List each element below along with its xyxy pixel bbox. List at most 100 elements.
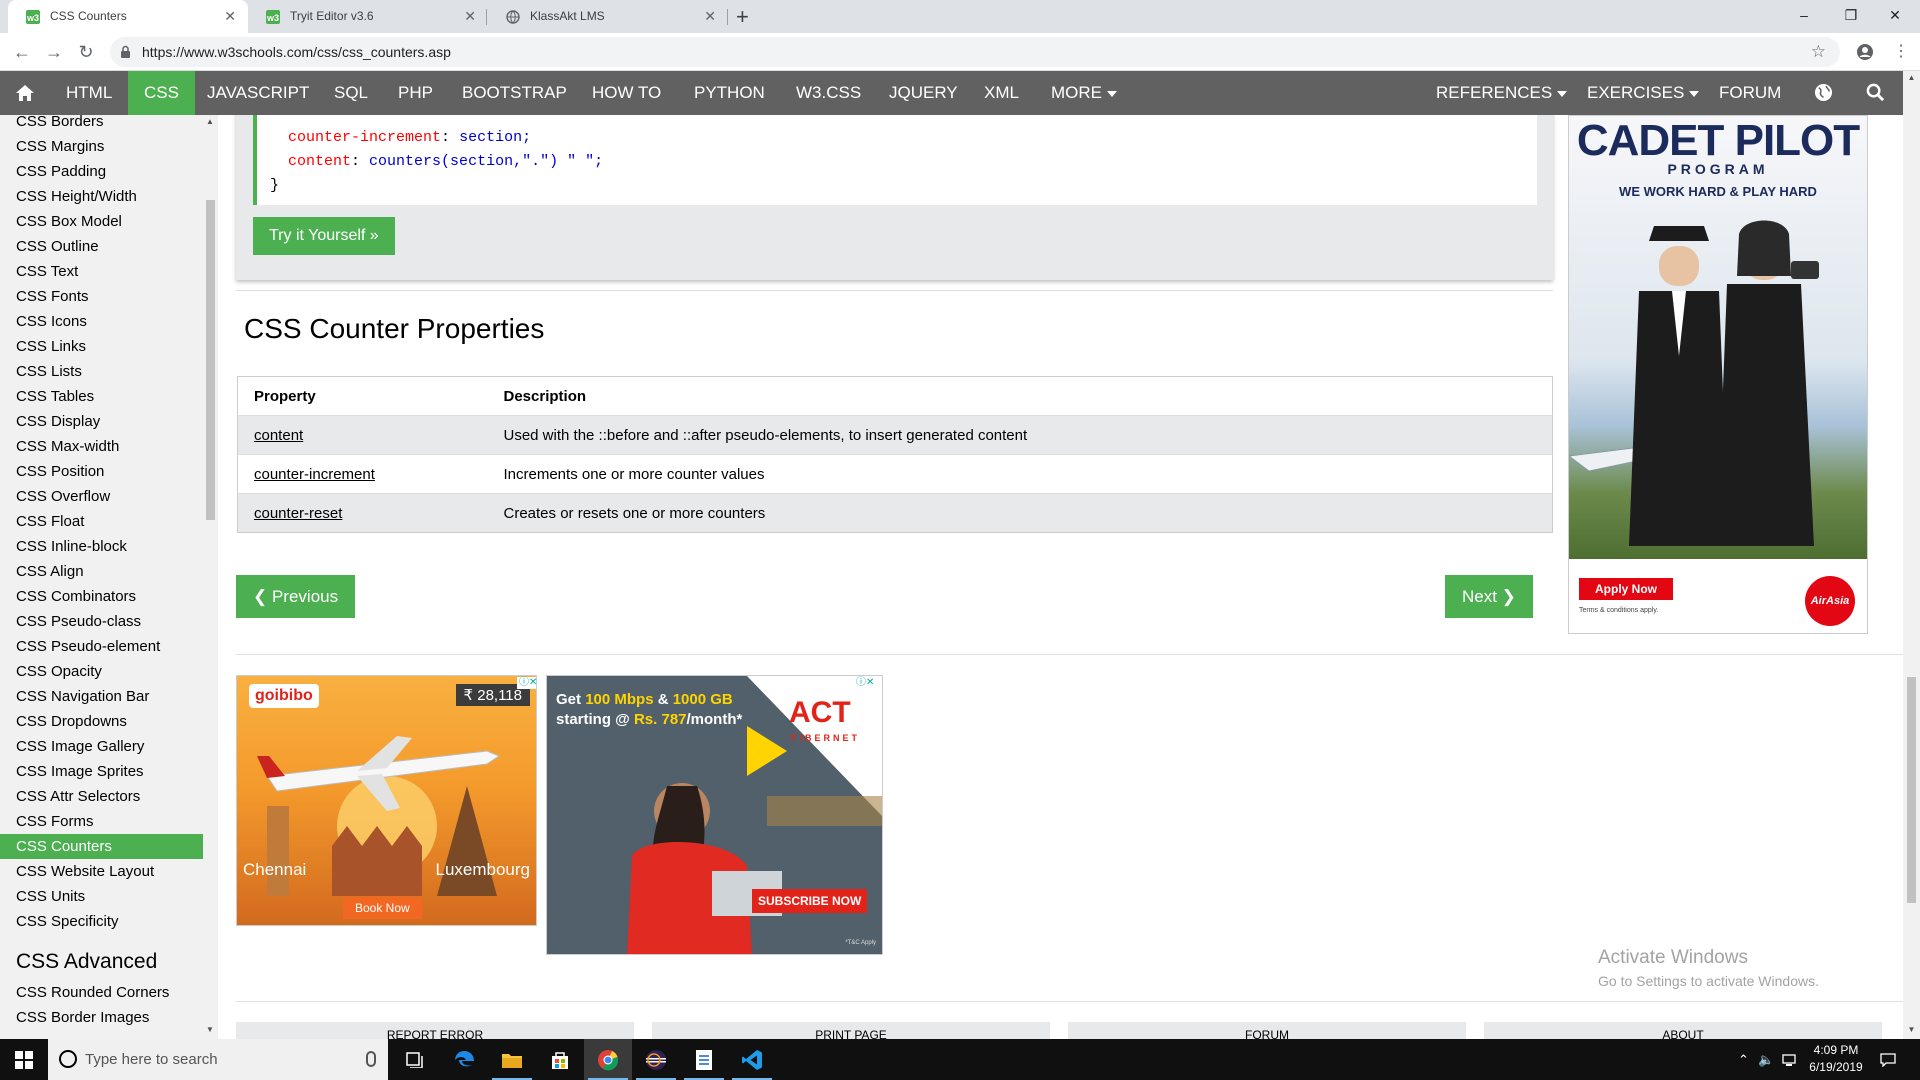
report-error-button[interactable]: REPORT ERROR — [236, 1022, 634, 1039]
taskbar-clock[interactable]: 4:09 PM 6/19/2019 — [1796, 1042, 1876, 1076]
sidebar-item[interactable]: CSS Pseudo-class — [0, 609, 203, 634]
property-link[interactable]: content — [254, 427, 303, 444]
store-icon[interactable] — [536, 1039, 584, 1080]
sidebar-scroll-thumb[interactable] — [206, 200, 215, 520]
action-center-icon[interactable] — [1880, 1039, 1896, 1080]
close-tab-icon[interactable]: ✕ — [464, 0, 476, 33]
file-explorer-icon[interactable] — [488, 1039, 536, 1080]
sidebar-item[interactable]: CSS Borders — [0, 115, 203, 134]
bookmark-star-icon[interactable]: ☆ — [1811, 37, 1826, 67]
sidebar-item[interactable]: CSS Height/Width — [0, 184, 203, 209]
sidebar-item[interactable]: CSS Forms — [0, 809, 203, 834]
property-link[interactable]: counter-reset — [254, 505, 342, 522]
globe-icon[interactable] — [1798, 71, 1848, 115]
cadet-pilot-ad[interactable]: CADET PILOT PROGRAM WE WORK HARD & PLAY … — [1568, 115, 1868, 634]
sidebar-item[interactable]: CSS Image Gallery — [0, 734, 203, 759]
browser-tab-klassakt[interactable]: KlassAkt LMS ✕ — [488, 0, 728, 33]
sidebar-item[interactable]: CSS Fonts — [0, 284, 203, 309]
browser-tab-css-counters[interactable]: w3 CSS Counters ✕ — [8, 0, 248, 33]
nav-php[interactable]: PHP — [382, 71, 449, 115]
subscribe-now-button[interactable]: SUBSCRIBE NOW — [752, 889, 868, 913]
nav-python[interactable]: PYTHON — [678, 71, 781, 115]
new-tab-button[interactable]: + — [736, 0, 749, 33]
sidebar-item[interactable]: CSS Float — [0, 509, 203, 534]
nav-references[interactable]: REFERENCES — [1420, 71, 1583, 115]
sidebar-item[interactable]: CSS Image Sprites — [0, 759, 203, 784]
sidebar-item[interactable]: CSS Align — [0, 559, 203, 584]
volume-icon[interactable]: 🔈 — [1758, 1039, 1774, 1080]
goibibo-ad[interactable]: goibibo ₹ 28,118 Chennai Luxembourg Book… — [236, 675, 537, 926]
edge-browser-icon[interactable] — [440, 1039, 488, 1080]
sidebar-item[interactable]: CSS Links — [0, 334, 203, 359]
try-it-yourself-button[interactable]: Try it Yourself » — [253, 217, 395, 255]
scroll-up-arrow-icon[interactable]: ▲ — [1903, 73, 1920, 82]
sidebar-item[interactable]: CSS Display — [0, 409, 203, 434]
search-icon[interactable] — [1850, 71, 1900, 115]
task-view-icon[interactable] — [392, 1039, 440, 1080]
sidebar-item[interactable]: CSS Tables — [0, 384, 203, 409]
sidebar-item[interactable]: CSS Opacity — [0, 659, 203, 684]
sidebar-item[interactable]: CSS Padding — [0, 159, 203, 184]
page-scrollbar[interactable]: ▲ ▼ — [1903, 71, 1920, 1039]
nav-xml[interactable]: XML — [968, 71, 1035, 115]
tray-chevron-up-icon[interactable]: ⌃ — [1738, 1039, 1749, 1080]
sidebar-item[interactable]: CSS Website Layout — [0, 859, 203, 884]
eclipse-icon[interactable] — [632, 1039, 680, 1080]
close-window-button[interactable]: ✕ — [1866, 0, 1920, 33]
book-now-button[interactable]: Book Now — [343, 897, 422, 919]
sidebar-item[interactable]: CSS Units — [0, 884, 203, 909]
nav-bootstrap[interactable]: BOOTSTRAP — [446, 71, 583, 115]
sidebar-item[interactable]: CSS Inline-block — [0, 534, 203, 559]
vscode-icon[interactable] — [728, 1039, 776, 1080]
forum-button[interactable]: FORUM — [1068, 1022, 1466, 1039]
sidebar-item[interactable]: CSS Dropdowns — [0, 709, 203, 734]
nav-html[interactable]: HTML — [50, 71, 128, 115]
sidebar-item[interactable]: CSS Specificity — [0, 909, 203, 934]
nav-forum[interactable]: FORUM — [1703, 71, 1797, 115]
url-text[interactable]: https://www.w3schools.com/css/css_counte… — [142, 37, 451, 67]
close-tab-icon[interactable]: ✕ — [704, 0, 716, 33]
home-icon[interactable] — [0, 71, 50, 115]
nav-sql[interactable]: SQL — [318, 71, 384, 115]
sidebar-item-active[interactable]: CSS Counters — [0, 834, 203, 859]
page-scroll-thumb[interactable] — [1907, 677, 1916, 903]
sidebar-scrollbar[interactable]: ▲ ▼ — [204, 115, 216, 1039]
about-button[interactable]: ABOUT — [1484, 1022, 1882, 1039]
ad-choices-close-icon[interactable]: ⓘ✕ — [517, 677, 536, 689]
sidebar-item[interactable]: CSS Text — [0, 259, 203, 284]
sidebar-item[interactable]: CSS Icons — [0, 309, 203, 334]
profile-icon[interactable] — [1856, 33, 1874, 76]
microphone-icon[interactable] — [366, 1051, 376, 1067]
print-page-button[interactable]: PRINT PAGE — [652, 1022, 1050, 1039]
taskbar-search-box[interactable]: Type here to search — [48, 1039, 388, 1080]
windows-start-button[interactable] — [0, 1039, 48, 1080]
sidebar-item[interactable]: CSS Lists — [0, 359, 203, 384]
sidebar-item[interactable]: CSS Position — [0, 459, 203, 484]
sidebar-item[interactable]: CSS Rounded Corners — [0, 980, 203, 1005]
previous-button[interactable]: ❮ Previous — [236, 575, 356, 618]
scroll-down-arrow-icon[interactable]: ▼ — [204, 1025, 216, 1034]
sidebar-item[interactable]: CSS Navigation Bar — [0, 684, 203, 709]
sidebar-item[interactable]: CSS Box Model — [0, 209, 203, 234]
address-bar[interactable]: https://www.w3schools.com/css/css_counte… — [110, 37, 1840, 67]
sidebar-item[interactable]: CSS Pseudo-element — [0, 634, 203, 659]
nav-css[interactable]: CSS — [128, 71, 195, 115]
nav-javascript[interactable]: JAVASCRIPT — [191, 71, 325, 115]
chrome-icon[interactable] — [584, 1039, 632, 1080]
back-icon[interactable]: ← — [8, 33, 36, 71]
nav-how-to[interactable]: HOW TO — [576, 71, 677, 115]
sidebar-item[interactable]: CSS Combinators — [0, 584, 203, 609]
reload-icon[interactable]: ↻ — [72, 33, 100, 71]
ad-choices-close-icon[interactable]: ⓘ✕ — [854, 677, 877, 689]
apply-now-button[interactable]: Apply Now — [1579, 578, 1673, 600]
browser-tab-tryit[interactable]: w3 Tryit Editor v3.6 ✕ — [248, 0, 488, 33]
close-tab-icon[interactable]: ✕ — [224, 0, 236, 33]
sidebar-item[interactable]: CSS Overflow — [0, 484, 203, 509]
nav-w3css[interactable]: W3.CSS — [780, 71, 877, 115]
notepad-icon[interactable] — [680, 1039, 728, 1080]
forward-icon[interactable]: → — [40, 33, 68, 71]
property-link[interactable]: counter-increment — [254, 466, 375, 483]
sidebar-item[interactable]: CSS Attr Selectors — [0, 784, 203, 809]
nav-jquery[interactable]: JQUERY — [873, 71, 974, 115]
nav-more[interactable]: MORE — [1035, 71, 1133, 115]
